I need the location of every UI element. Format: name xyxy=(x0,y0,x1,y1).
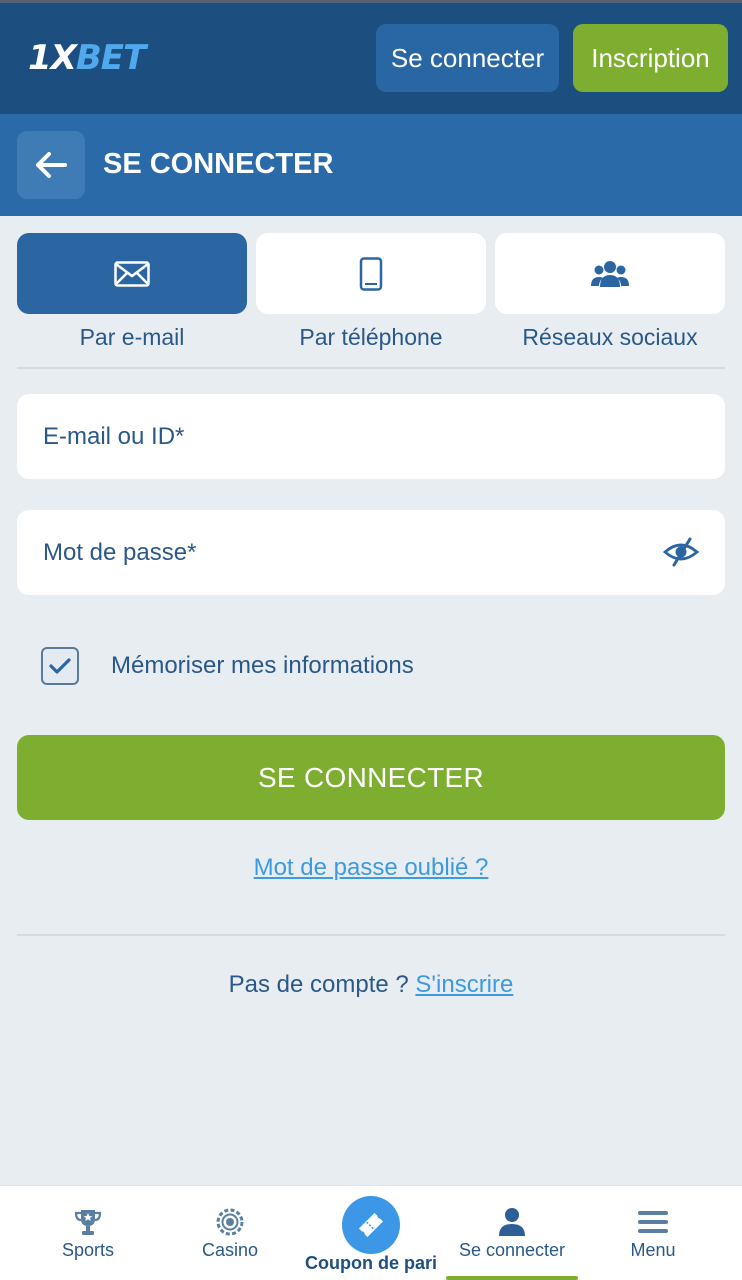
nav-coupon-label[interactable]: Coupon de pari xyxy=(290,1253,452,1274)
tab-social-label[interactable]: Réseaux sociaux xyxy=(495,320,725,354)
nav-casino[interactable]: Casino xyxy=(190,1186,270,1280)
tab-email-label[interactable]: Par e-mail xyxy=(17,320,247,354)
casino-chip-icon xyxy=(214,1206,246,1238)
eye-slash-icon[interactable] xyxy=(663,534,699,570)
envelope-icon xyxy=(114,260,150,287)
email-placeholder: E-mail ou ID* xyxy=(43,422,185,450)
nav-coupon-button[interactable] xyxy=(342,1196,400,1254)
active-nav-indicator xyxy=(446,1276,578,1280)
nav-menu[interactable]: Menu xyxy=(614,1186,692,1280)
logo-prefix: 1X xyxy=(28,38,77,78)
users-icon xyxy=(591,260,629,287)
forgot-password-link[interactable]: Mot de passe oublié ? xyxy=(254,854,489,881)
user-icon xyxy=(496,1206,528,1238)
password-field[interactable]: Mot de passe* xyxy=(17,510,725,595)
phone-icon xyxy=(359,256,383,291)
back-button[interactable] xyxy=(17,131,85,199)
top-header: 1X BET Se connecter Inscription xyxy=(0,0,742,114)
login-submit-button[interactable]: SE CONNECTER xyxy=(17,735,725,820)
nav-casino-label: Casino xyxy=(201,1240,259,1260)
page-title-bar: SE CONNECTER xyxy=(0,114,742,216)
signup-row: Pas de compte ? S'inscrire xyxy=(0,967,742,1003)
nav-sports[interactable]: Sports xyxy=(48,1186,128,1280)
page-title: SE CONNECTER xyxy=(103,148,334,180)
divider xyxy=(17,367,725,369)
tab-social[interactable] xyxy=(495,233,725,314)
remember-checkbox[interactable] xyxy=(41,647,79,685)
nav-login-label: Se connecter xyxy=(458,1240,566,1260)
header-register-button[interactable]: Inscription xyxy=(573,24,728,92)
nav-sports-label: Sports xyxy=(61,1240,115,1260)
signup-prompt: Pas de compte ? xyxy=(228,971,409,998)
status-edge xyxy=(0,0,742,3)
tab-phone[interactable] xyxy=(256,233,486,314)
header-login-button[interactable]: Se connecter xyxy=(376,24,559,92)
divider xyxy=(17,934,725,936)
logo-suffix: BET xyxy=(75,38,146,78)
nav-menu-label: Menu xyxy=(630,1240,676,1260)
tab-phone-label[interactable]: Par téléphone xyxy=(256,320,486,354)
email-field[interactable]: E-mail ou ID* xyxy=(17,394,725,479)
password-placeholder: Mot de passe* xyxy=(43,538,197,566)
checkmark-icon xyxy=(49,658,71,674)
nav-login[interactable]: Se connecter xyxy=(458,1186,566,1280)
remember-label[interactable]: Mémoriser mes informations xyxy=(111,648,414,684)
menu-icon xyxy=(637,1206,669,1238)
forgot-password-row: Mot de passe oublié ? xyxy=(0,850,742,886)
trophy-icon xyxy=(72,1206,104,1238)
signup-link[interactable]: S'inscrire xyxy=(415,971,513,998)
arrow-left-icon xyxy=(36,152,67,178)
ticket-icon xyxy=(358,1212,384,1238)
tab-email[interactable] xyxy=(17,233,247,314)
brand-logo[interactable]: 1X BET xyxy=(28,36,146,80)
